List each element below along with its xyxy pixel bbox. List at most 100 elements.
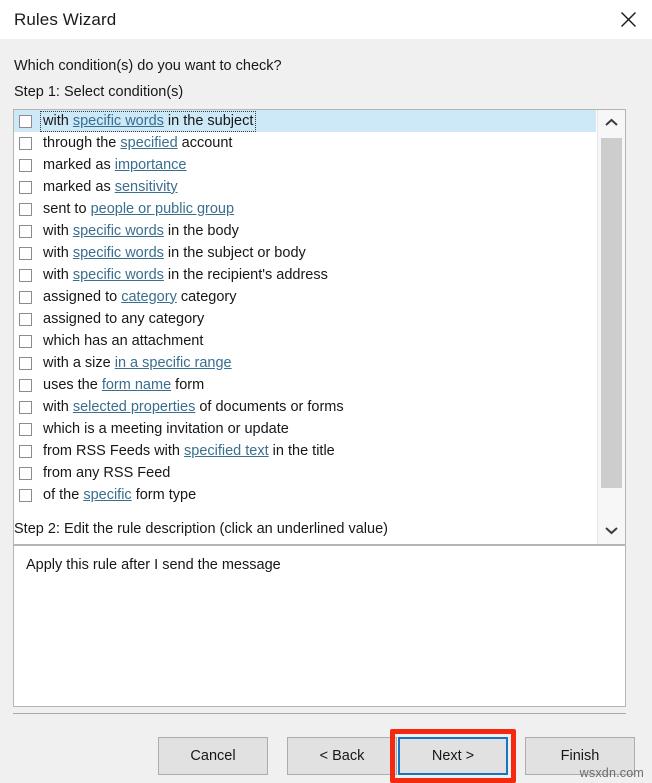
condition-row[interactable]: sent to people or public group [14, 198, 596, 220]
condition-checkbox[interactable] [19, 444, 32, 458]
back-button[interactable]: < Back [287, 737, 397, 775]
condition-row[interactable]: from RSS Feeds with specified text in th… [14, 440, 596, 462]
condition-row[interactable]: which is a meeting invitation or update [14, 418, 596, 440]
chevron-up-icon [605, 115, 618, 131]
rule-description-text[interactable]: Apply this rule after I send the message [26, 556, 613, 574]
condition-checkbox[interactable] [19, 202, 32, 216]
condition-text: form type [131, 486, 197, 503]
condition-label: sent to people or public group [41, 200, 236, 219]
condition-checkbox[interactable] [19, 224, 32, 238]
condition-row[interactable]: with specific words in the recipient's a… [14, 264, 596, 286]
condition-checkbox[interactable] [19, 290, 32, 304]
condition-label: uses the form name form [41, 376, 206, 395]
condition-label: assigned to category category [41, 288, 238, 307]
condition-text: assigned to any category [43, 310, 205, 327]
condition-checkbox[interactable] [19, 378, 32, 392]
condition-text: which is a meeting invitation or update [43, 420, 289, 437]
scrollbar-thumb[interactable] [601, 138, 622, 488]
cancel-button[interactable]: Cancel [158, 737, 268, 775]
condition-checkbox[interactable] [19, 246, 32, 260]
condition-text: in the title [268, 442, 335, 459]
condition-row[interactable]: assigned to any category [14, 308, 596, 330]
condition-text: form [171, 376, 205, 393]
condition-text: with a size [43, 354, 115, 371]
condition-text: with [43, 112, 73, 129]
condition-row[interactable]: marked as sensitivity [14, 176, 596, 198]
conditions-listbox[interactable]: with specific words in the subject throug… [13, 109, 626, 545]
condition-text: with [43, 398, 73, 415]
condition-row[interactable]: with specific words in the body [14, 220, 596, 242]
condition-link-value[interactable]: category [121, 289, 177, 305]
condition-row[interactable]: with specific words in the subject [14, 110, 596, 132]
condition-link-value[interactable]: in a specific range [115, 355, 232, 371]
close-icon [620, 11, 637, 28]
condition-row[interactable]: with a size in a specific range [14, 352, 596, 374]
condition-checkbox[interactable] [19, 136, 32, 150]
condition-link-value[interactable]: specified text [184, 443, 269, 459]
condition-link-value[interactable]: specified [120, 135, 177, 151]
condition-text: with [43, 266, 73, 283]
step2-label: Step 2: Edit the rule description (click… [14, 521, 388, 537]
footer-separator [13, 713, 626, 714]
condition-link-value[interactable]: selected properties [73, 399, 196, 415]
vertical-scrollbar[interactable] [597, 110, 625, 544]
rule-description-box[interactable]: Apply this rule after I send the message [13, 545, 626, 707]
condition-label: through the specified account [41, 134, 234, 153]
scroll-up-button[interactable] [598, 110, 625, 136]
condition-row[interactable]: uses the form name form [14, 374, 596, 396]
condition-text: sent to [43, 200, 91, 217]
condition-row[interactable]: which has an attachment [14, 330, 596, 352]
condition-text: with [43, 222, 73, 239]
condition-link-value[interactable]: sensitivity [115, 179, 178, 195]
condition-checkbox[interactable] [19, 422, 32, 436]
condition-row[interactable]: with specific words in the subject or bo… [14, 242, 596, 264]
window-title: Rules Wizard [14, 9, 117, 29]
condition-row[interactable]: marked as importance [14, 154, 596, 176]
condition-text: in the body [163, 222, 239, 239]
condition-label: with specific words in the subject or bo… [41, 244, 308, 263]
dialog-body: Which condition(s) do you want to check?… [0, 39, 652, 783]
condition-checkbox[interactable] [19, 466, 32, 480]
condition-label: which has an attachment [41, 332, 205, 351]
condition-checkbox[interactable] [19, 114, 32, 128]
condition-checkbox[interactable] [19, 312, 32, 326]
conditions-list: with specific words in the subject throug… [14, 110, 596, 544]
condition-checkbox[interactable] [19, 334, 32, 348]
condition-text: of the [43, 486, 84, 503]
condition-text: uses the [43, 376, 102, 393]
condition-link-value[interactable]: specific words [73, 223, 164, 239]
condition-link-value[interactable]: specific words [73, 267, 164, 283]
condition-checkbox[interactable] [19, 180, 32, 194]
condition-text: with [43, 244, 73, 261]
condition-label: with selected properties of documents or… [41, 398, 346, 417]
condition-label: from RSS Feeds with specified text in th… [41, 442, 337, 461]
scroll-down-button[interactable] [598, 518, 625, 544]
condition-text: assigned to [43, 288, 122, 305]
condition-label: with a size in a specific range [41, 354, 234, 373]
chevron-down-icon [605, 523, 618, 539]
condition-checkbox[interactable] [19, 356, 32, 370]
condition-link-value[interactable]: people or public group [91, 201, 235, 217]
condition-row[interactable]: of the specific form type [14, 484, 596, 506]
condition-text: through the [43, 134, 121, 151]
condition-row[interactable]: with selected properties of documents or… [14, 396, 596, 418]
condition-label: with specific words in the body [41, 222, 241, 241]
condition-text: of documents or forms [195, 398, 344, 415]
condition-row[interactable]: from any RSS Feed [14, 462, 596, 484]
condition-text: which has an attachment [43, 332, 204, 349]
condition-checkbox[interactable] [19, 400, 32, 414]
close-button[interactable] [605, 0, 652, 39]
condition-link-value[interactable]: importance [115, 157, 187, 173]
condition-checkbox[interactable] [19, 488, 32, 502]
condition-row[interactable]: assigned to category category [14, 286, 596, 308]
next-button[interactable]: Next > [398, 737, 508, 775]
condition-row[interactable]: through the specified account [14, 132, 596, 154]
condition-link-value[interactable]: specific [83, 487, 131, 503]
condition-link-value[interactable]: specific words [73, 245, 164, 261]
condition-link-value[interactable]: specific words [73, 113, 164, 129]
step1-label: Step 1: Select condition(s) [14, 84, 184, 100]
condition-link-value[interactable]: form name [102, 377, 171, 393]
condition-checkbox[interactable] [19, 158, 32, 172]
condition-label: assigned to any category [41, 310, 206, 329]
condition-checkbox[interactable] [19, 268, 32, 282]
